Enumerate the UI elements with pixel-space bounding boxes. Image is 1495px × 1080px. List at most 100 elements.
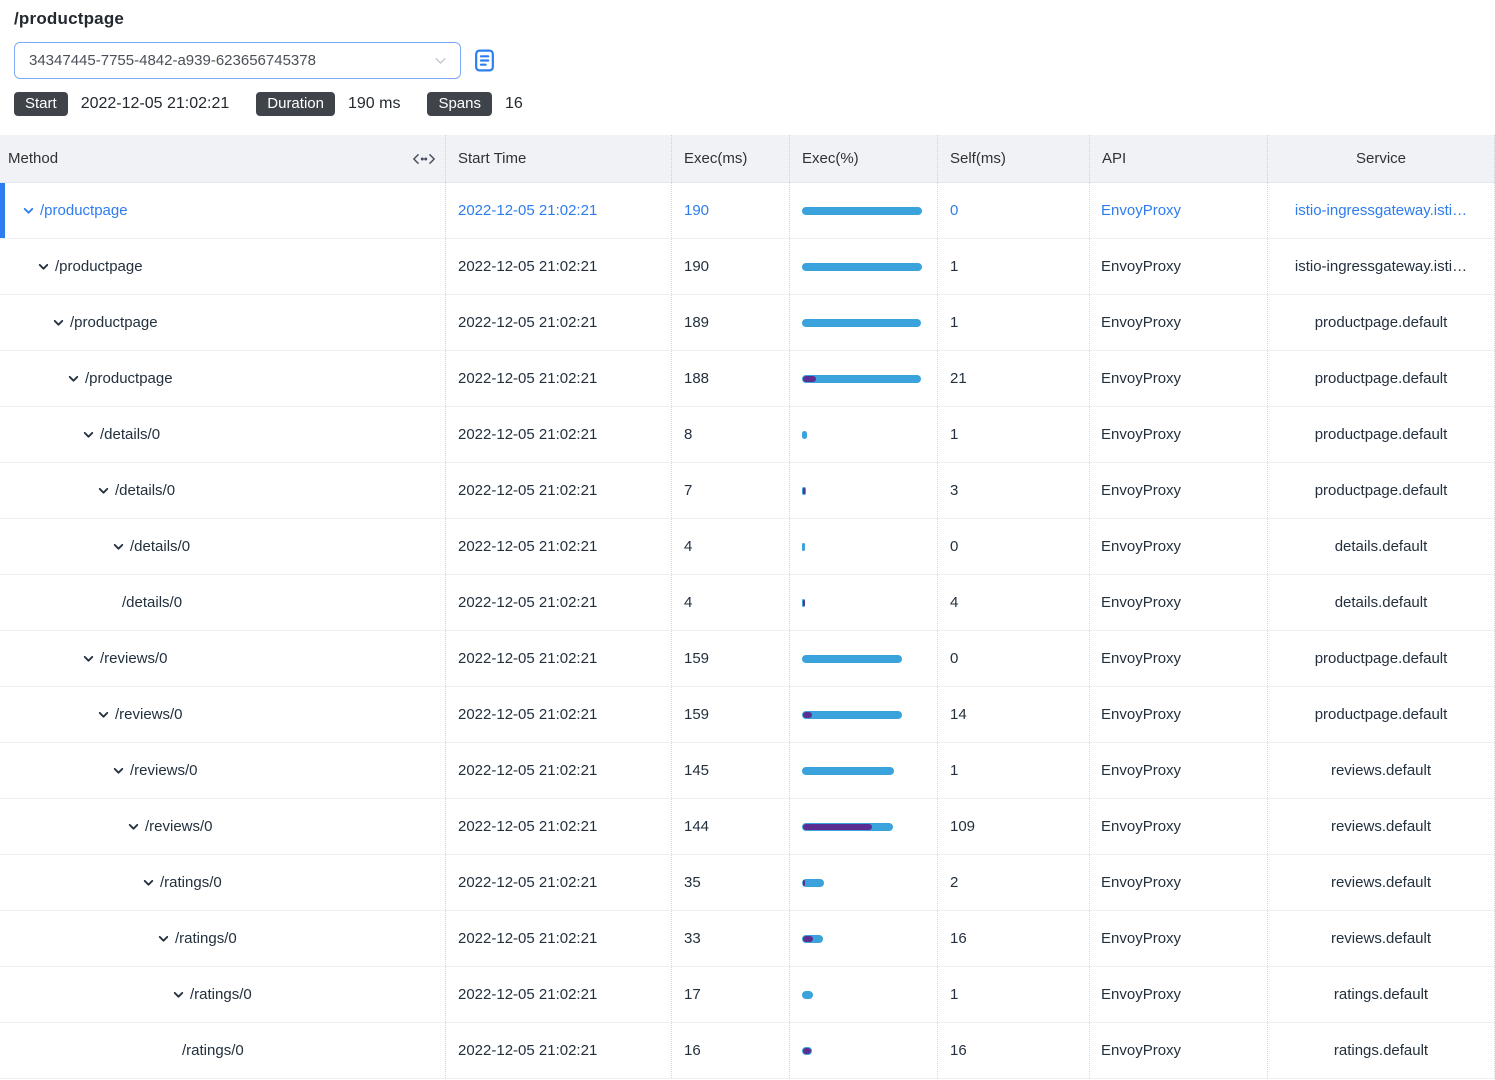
method-cell: /ratings/0 [0, 911, 446, 966]
column-header-api: API [1090, 135, 1268, 182]
copy-list-icon [472, 48, 497, 73]
service-cell: ratings.default [1268, 1023, 1495, 1078]
self-ms-cell: 109 [938, 799, 1090, 854]
self-ms-cell: 0 [938, 183, 1090, 238]
method-cell: /details/0 [0, 575, 446, 630]
exec-pct-cell [790, 351, 938, 406]
exec-pct-cell [790, 799, 938, 854]
exec-pct-cell [790, 1023, 938, 1078]
span-row[interactable]: /ratings/02022-12-05 21:02:21171EnvoyPro… [0, 967, 1495, 1023]
method-label: /productpage [70, 314, 158, 331]
exec-pct-bar [802, 991, 813, 999]
exec-pct-cell [790, 463, 938, 518]
collapse-chevron-icon[interactable] [142, 876, 155, 889]
collapse-chevron-icon[interactable] [112, 540, 125, 553]
collapse-chevron-icon[interactable] [22, 204, 35, 217]
column-label-method: Method [8, 150, 58, 167]
page-title: /productpage [0, 0, 1495, 29]
method-cell: /details/0 [0, 463, 446, 518]
collapse-chevron-icon[interactable] [172, 988, 185, 1001]
api-cell: EnvoyProxy [1090, 463, 1268, 518]
service-cell: reviews.default [1268, 799, 1495, 854]
exec-pct-bar [802, 487, 806, 495]
span-row[interactable]: /details/02022-12-05 21:02:2173EnvoyProx… [0, 463, 1495, 519]
column-header-exec-ms: Exec(ms) [672, 135, 790, 182]
exec-ms-cell: 4 [672, 519, 790, 574]
collapse-chevron-icon[interactable] [127, 820, 140, 833]
collapse-chevron-icon[interactable] [82, 428, 95, 441]
collapse-chevron-icon[interactable] [52, 316, 65, 329]
span-row[interactable]: /productpage2022-12-05 21:02:211901Envoy… [0, 239, 1495, 295]
copy-trace-id-button[interactable] [470, 47, 498, 75]
span-row[interactable]: /ratings/02022-12-05 21:02:21352EnvoyPro… [0, 855, 1495, 911]
span-row[interactable]: /reviews/02022-12-05 21:02:211451EnvoyPr… [0, 743, 1495, 799]
self-ms-cell: 0 [938, 519, 1090, 574]
collapse-chevron-icon[interactable] [37, 260, 50, 273]
api-cell: EnvoyProxy [1090, 687, 1268, 742]
self-ms-cell: 1 [938, 743, 1090, 798]
start-time-cell: 2022-12-05 21:02:21 [446, 463, 672, 518]
span-table-header: MethodStart TimeExec(ms)Exec(%)Self(ms)A… [0, 135, 1495, 183]
chevron-down-icon [433, 53, 448, 68]
api-cell: EnvoyProxy [1090, 631, 1268, 686]
span-row[interactable]: /ratings/02022-12-05 21:02:211616EnvoyPr… [0, 1023, 1495, 1079]
collapse-chevron-icon[interactable] [157, 932, 170, 945]
span-row[interactable]: /reviews/02022-12-05 21:02:2115914EnvoyP… [0, 687, 1495, 743]
self-time-bar [803, 824, 872, 830]
start-time-cell: 2022-12-05 21:02:21 [446, 407, 672, 462]
exec-pct-cell [790, 239, 938, 294]
exec-pct-bar [802, 655, 902, 663]
collapse-chevron-icon[interactable] [82, 652, 95, 665]
span-row[interactable]: /reviews/02022-12-05 21:02:211590EnvoyPr… [0, 631, 1495, 687]
trace-id-value: 34347445-7755-4842-a939-623656745378 [29, 52, 316, 69]
self-ms-cell: 21 [938, 351, 1090, 406]
self-time-bar [803, 880, 805, 886]
duration-badge: Duration [256, 92, 335, 116]
trace-start-group: Start 2022-12-05 21:02:21 [14, 92, 229, 116]
column-header-start-time: Start Time [446, 135, 672, 182]
span-row[interactable]: /details/02022-12-05 21:02:2144EnvoyProx… [0, 575, 1495, 631]
exec-pct-bar [802, 207, 922, 215]
api-cell: EnvoyProxy [1090, 407, 1268, 462]
exec-pct-cell [790, 407, 938, 462]
method-cell: /details/0 [0, 519, 446, 574]
span-row[interactable]: /details/02022-12-05 21:02:2181EnvoyProx… [0, 407, 1495, 463]
service-cell: details.default [1268, 519, 1495, 574]
collapse-chevron-icon[interactable] [97, 484, 110, 497]
exec-pct-bar [802, 543, 805, 551]
span-row[interactable]: /productpage2022-12-05 21:02:211891Envoy… [0, 295, 1495, 351]
collapse-chevron-icon[interactable] [67, 372, 80, 385]
exec-ms-cell: 145 [672, 743, 790, 798]
self-ms-cell: 4 [938, 575, 1090, 630]
method-label: /details/0 [130, 538, 190, 555]
self-time-bar [803, 712, 812, 718]
method-label: /ratings/0 [160, 874, 222, 891]
column-label-start-time: Start Time [458, 150, 526, 167]
span-row[interactable]: /productpage2022-12-05 21:02:2118821Envo… [0, 351, 1495, 407]
exec-ms-cell: 188 [672, 351, 790, 406]
service-cell: productpage.default [1268, 463, 1495, 518]
exec-pct-bar [802, 263, 922, 271]
span-row[interactable]: /productpage2022-12-05 21:02:211900Envoy… [0, 183, 1495, 239]
trace-id-select[interactable]: 34347445-7755-4842-a939-623656745378 [14, 42, 461, 79]
exec-pct-cell [790, 967, 938, 1022]
exec-ms-cell: 189 [672, 295, 790, 350]
column-resize-icon[interactable] [413, 153, 435, 165]
start-badge: Start [14, 92, 68, 116]
collapse-chevron-icon[interactable] [112, 764, 125, 777]
span-row[interactable]: /ratings/02022-12-05 21:02:213316EnvoyPr… [0, 911, 1495, 967]
column-label-exec-ms: Exec(ms) [684, 150, 747, 167]
method-label: /productpage [85, 370, 173, 387]
span-row[interactable]: /reviews/02022-12-05 21:02:21144109Envoy… [0, 799, 1495, 855]
service-cell: reviews.default [1268, 743, 1495, 798]
api-cell: EnvoyProxy [1090, 911, 1268, 966]
span-row[interactable]: /details/02022-12-05 21:02:2140EnvoyProx… [0, 519, 1495, 575]
exec-pct-bar [802, 879, 824, 887]
start-time-cell: 2022-12-05 21:02:21 [446, 239, 672, 294]
trace-spans-group: Spans 16 [427, 92, 522, 116]
column-header-service: Service [1268, 135, 1495, 182]
span-table: MethodStart TimeExec(ms)Exec(%)Self(ms)A… [0, 135, 1495, 1079]
start-time-cell: 2022-12-05 21:02:21 [446, 743, 672, 798]
collapse-chevron-icon[interactable] [97, 708, 110, 721]
api-cell: EnvoyProxy [1090, 519, 1268, 574]
